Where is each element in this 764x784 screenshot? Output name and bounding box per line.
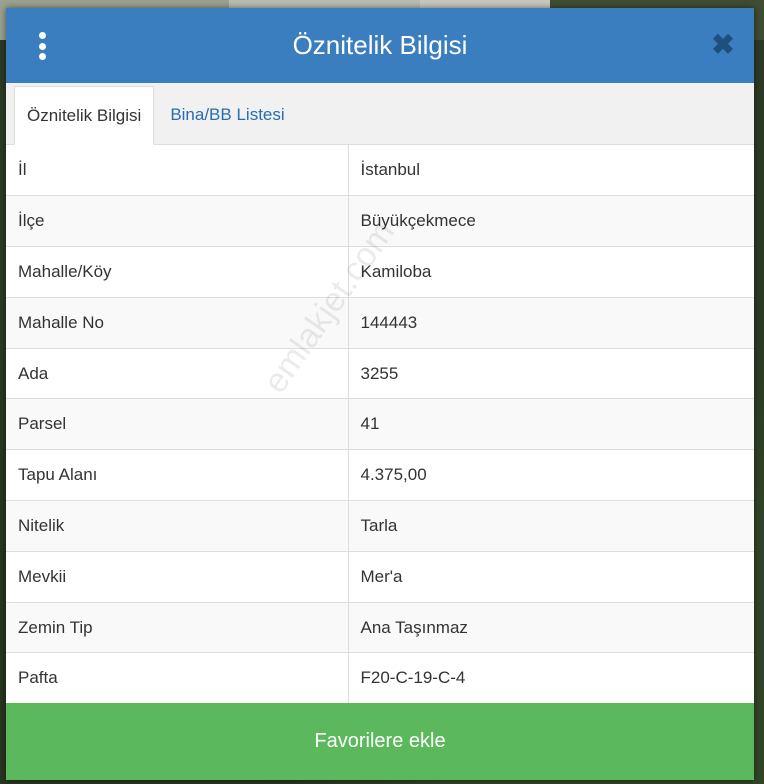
attribute-key: İl [6,145,349,197]
close-icon[interactable]: ✖ [710,31,736,59]
table-row: Ada 3255 [6,348,754,400]
attribute-value: Büyükçekmece [348,195,754,248]
table-row: İlçe Büyükçekmece [6,195,754,248]
table-row: Pafta F20-C-19-C-4 [6,652,754,705]
kebab-dot [38,32,46,39]
kebab-menu-icon[interactable] [34,32,50,60]
attribute-key: Pafta [6,652,349,705]
attribute-key: İlçe [6,195,349,248]
table-row: Mahalle No 144443 [6,297,754,349]
attribute-key: Tapu Alanı [6,449,349,502]
attribute-key: Mahalle/Köy [6,246,349,298]
attribute-table: İl İstanbul İlçe Büyükçekmece Mahalle/Köy Kam… [6,145,754,705]
dialog-header: Öznitelik Bilgisi ✖ [6,8,754,83]
attribute-key: Parsel [6,398,349,451]
attribute-key: Mahalle No [6,297,349,349]
attribute-value: F20-C-19-C-4 [348,652,754,705]
tab-attribute-info[interactable]: Öznitelik Bilgisi [14,86,155,145]
kebab-dot [38,53,46,60]
attribute-value: İstanbul [348,145,754,197]
attribute-value: Tarla [348,500,754,552]
attribute-key: Nitelik [6,500,349,552]
attribute-value: 41 [348,398,754,451]
add-to-favorites-button[interactable]: Favorilere ekle [6,703,754,780]
table-row: Parsel 41 [6,398,754,451]
dialog-title: Öznitelik Bilgisi [292,30,468,60]
attribute-value: 4.375,00 [348,449,754,502]
table-row: Mahalle/Köy Kamiloba [6,246,754,298]
attribute-value: 3255 [348,348,754,400]
attribute-value: 144443 [348,297,754,349]
table-row: Nitelik Tarla [6,500,754,552]
attribute-value: Ana Taşınmaz [348,602,754,654]
kebab-dot [38,42,46,50]
attribute-key: Zemin Tip [6,602,349,654]
attribute-value: Mer'a [348,551,754,603]
table-row: İl İstanbul [6,145,754,197]
attribute-value: Kamiloba [348,246,754,298]
attribute-key: Mevkii [6,551,349,603]
tab-bar: Öznitelik Bilgisi Bina/BB Listesi [6,83,754,145]
table-row: Mevkii Mer'a [6,551,754,603]
table-row: Zemin Tip Ana Taşınmaz [6,602,754,654]
table-row: Tapu Alanı 4.375,00 [6,449,754,502]
attribute-key: Ada [6,348,349,400]
attribute-info-dialog: Öznitelik Bilgisi ✖ Öznitelik Bilgisi Bi… [6,8,754,780]
tab-building-list[interactable]: Bina/BB Listesi [154,86,296,144]
